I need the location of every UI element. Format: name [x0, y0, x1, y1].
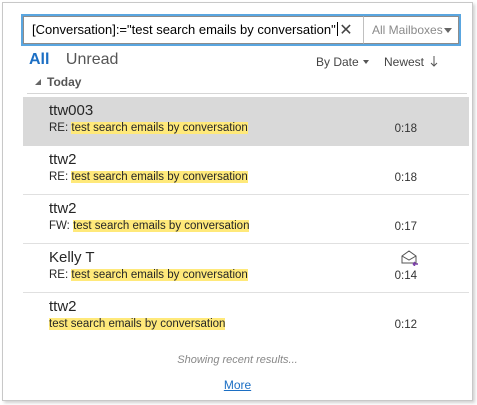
- subject-match: test search emails by conversation: [71, 122, 248, 134]
- subject-prefix: FW:: [49, 220, 74, 232]
- received-time: 0:14: [394, 270, 417, 282]
- subject-line: RE: test search emails by conversation: [49, 269, 248, 281]
- results-status-text: Showing recent results...: [177, 354, 298, 366]
- sender-name: ttw2: [49, 200, 77, 217]
- subject-line: RE: test search emails by conversation: [49, 171, 248, 183]
- tab-unread[interactable]: Unread: [66, 51, 118, 68]
- message-list: ttw003 RE: test search emails by convers…: [23, 97, 469, 342]
- search-input[interactable]: [Conversation]:="test search emails by c…: [23, 16, 363, 44]
- sender-name: ttw003: [49, 102, 94, 119]
- received-time: 0:17: [394, 221, 417, 233]
- subject-line: test search emails by conversation: [49, 318, 226, 330]
- list-item[interactable]: ttw2 FW: test search emails by conversat…: [23, 195, 469, 244]
- chevron-down-icon: [362, 60, 369, 64]
- list-item[interactable]: ttw003 RE: test search emails by convers…: [23, 97, 469, 146]
- sender-name: ttw2: [49, 298, 77, 315]
- subject-match: test search emails by conversation: [71, 171, 248, 183]
- sender-name: Kelly T: [49, 249, 95, 266]
- subject-prefix: RE:: [49, 269, 72, 281]
- sort-by-dropdown[interactable]: By Date: [316, 55, 369, 69]
- chevron-down-icon: [444, 28, 452, 33]
- search-results-pane: [Conversation]:="test search emails by c…: [2, 2, 473, 401]
- sender-name: ttw2: [49, 151, 77, 168]
- group-header-today[interactable]: Today: [35, 75, 81, 89]
- sort-order-label: Newest: [384, 55, 425, 69]
- divider: [27, 93, 467, 94]
- envelope-reply-icon: [401, 250, 418, 266]
- received-time: 0:18: [394, 123, 417, 135]
- search-query-text: [Conversation]:="test search emails by c…: [32, 22, 336, 37]
- received-time: 0:12: [394, 319, 417, 331]
- search-scope-dropdown[interactable]: All Mailboxes: [363, 16, 459, 44]
- more-results-link[interactable]: More: [3, 378, 472, 392]
- subject-prefix: RE:: [49, 122, 72, 134]
- sort-order-toggle[interactable]: Newest: [384, 55, 438, 69]
- subject-line: FW: test search emails by conversation: [49, 220, 250, 232]
- tab-all[interactable]: All: [29, 51, 49, 68]
- search-box: [Conversation]:="test search emails by c…: [21, 14, 461, 46]
- subject-line: RE: test search emails by conversation: [49, 122, 248, 134]
- close-icon: ✕: [339, 22, 353, 39]
- filter-tabs: All Unread: [29, 51, 118, 69]
- arrow-down-icon: [431, 56, 438, 67]
- list-item[interactable]: ttw2 test search emails by conversation …: [23, 293, 469, 342]
- sort-by-label: By Date: [316, 55, 359, 69]
- clear-search-button[interactable]: ✕: [329, 16, 363, 44]
- collapse-triangle-icon: [35, 79, 41, 85]
- search-scope-label: All Mailboxes: [372, 23, 443, 37]
- subject-match: test search emails by conversation: [71, 269, 248, 281]
- subject-match: test search emails by conversation: [49, 318, 226, 330]
- received-time: 0:18: [394, 172, 417, 184]
- list-item[interactable]: ttw2 RE: test search emails by conversat…: [23, 146, 469, 195]
- list-item[interactable]: Kelly T RE: test search emails by conver…: [23, 244, 469, 293]
- group-label: Today: [47, 75, 82, 89]
- subject-prefix: RE:: [49, 171, 72, 183]
- subject-match: test search emails by conversation: [73, 220, 250, 232]
